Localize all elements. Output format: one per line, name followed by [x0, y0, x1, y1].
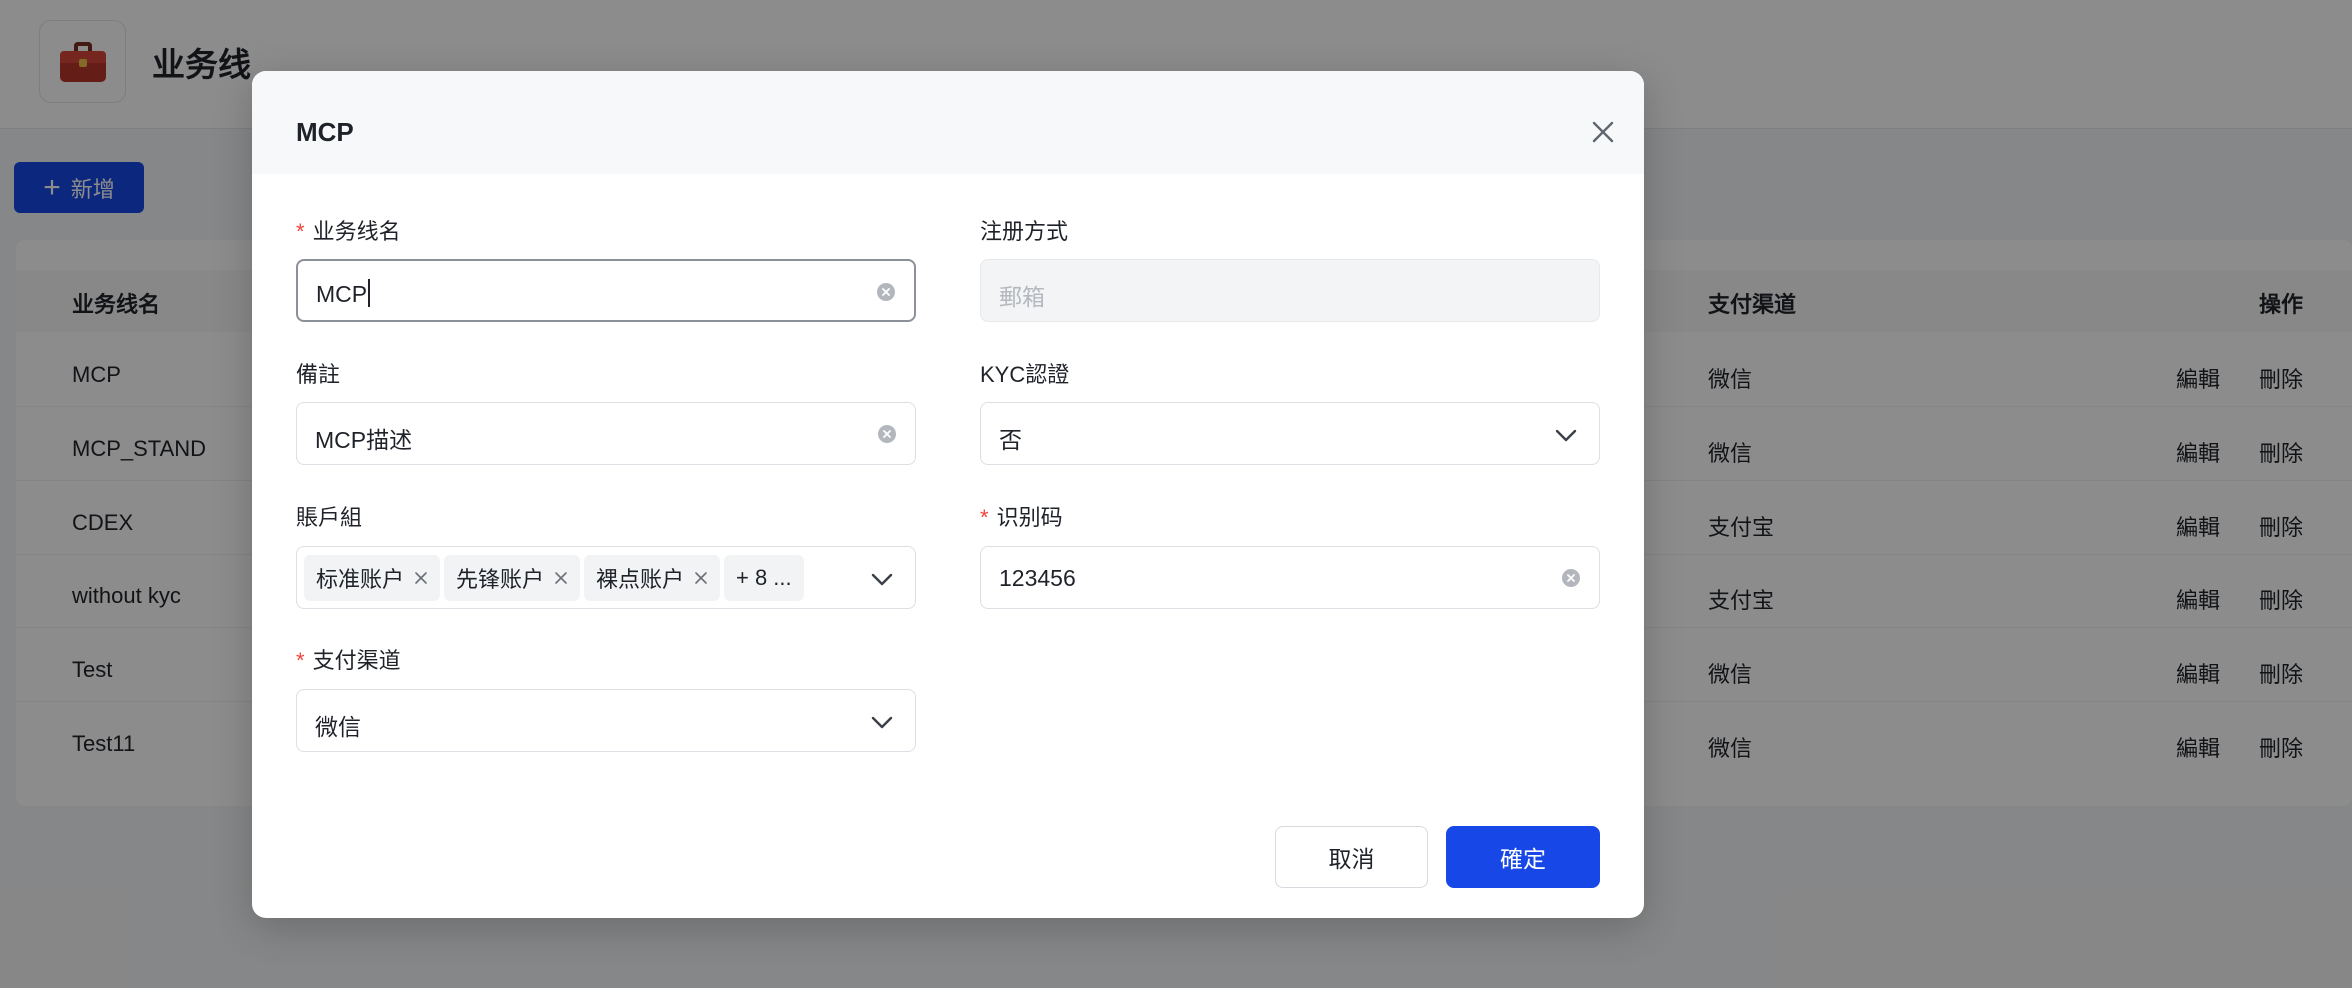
account-tag: 裸点账户 — [584, 555, 721, 601]
close-icon[interactable] — [414, 571, 428, 585]
kyc-select[interactable]: 否 — [980, 402, 1600, 465]
clear-icon[interactable] — [876, 282, 896, 302]
clear-icon[interactable] — [1561, 568, 1581, 588]
close-icon[interactable] — [694, 571, 708, 585]
more-tags-count[interactable]: + 8 ... — [724, 555, 804, 601]
account-tag-label: 先锋账户 — [456, 567, 545, 592]
remark-label: 備註 — [296, 362, 341, 387]
clear-icon[interactable] — [877, 424, 897, 444]
account-tag: 标准账户 — [304, 555, 441, 601]
register-method-value: 郵箱 — [999, 284, 1045, 310]
id-code-label: * 识别码 — [980, 505, 1063, 530]
register-method-input: 郵箱 — [980, 259, 1600, 322]
modal-header: MCP — [252, 71, 1644, 174]
line-name-label: * 业务线名 — [296, 219, 401, 244]
account-tag-label: 裸点账户 — [596, 567, 685, 592]
account-tag: 先锋账户 — [444, 555, 581, 601]
line-name-value: MCP — [316, 281, 368, 307]
kyc-value: 否 — [999, 427, 1022, 453]
line-name-input[interactable]: MCP — [296, 259, 916, 322]
modal-title: MCP — [296, 117, 354, 147]
id-code-value: 123456 — [999, 565, 1076, 591]
chevron-down-icon[interactable] — [869, 569, 895, 589]
remark-value: MCP描述 — [315, 427, 413, 453]
register-method-label: 注册方式 — [980, 219, 1069, 244]
close-icon[interactable] — [1587, 116, 1619, 148]
account-group-select[interactable]: 标准账户 先锋账户 裸点账户 + 8 ... — [296, 546, 916, 609]
payment-channel-value: 微信 — [315, 714, 361, 740]
account-group-label: 賬戶組 — [296, 505, 363, 530]
payment-channel-select[interactable]: 微信 — [296, 689, 916, 752]
confirm-button[interactable]: 確定 — [1446, 826, 1600, 888]
kyc-label: KYC認證 — [980, 362, 1070, 387]
payment-channel-label: * 支付渠道 — [296, 648, 401, 673]
cancel-button[interactable]: 取消 — [1275, 826, 1428, 888]
account-tag-label: 标准账户 — [316, 567, 405, 592]
close-icon[interactable] — [554, 571, 568, 585]
remark-input[interactable]: MCP描述 — [296, 402, 916, 465]
chevron-down-icon[interactable] — [869, 712, 895, 732]
edit-business-line-modal: MCP * 业务线名 MCP 注册方式 郵箱 備註 MCP描述 KYC認證 否 賬… — [252, 71, 1644, 918]
text-caret — [368, 279, 371, 307]
chevron-down-icon[interactable] — [1553, 425, 1579, 445]
id-code-input[interactable]: 123456 — [980, 546, 1600, 609]
